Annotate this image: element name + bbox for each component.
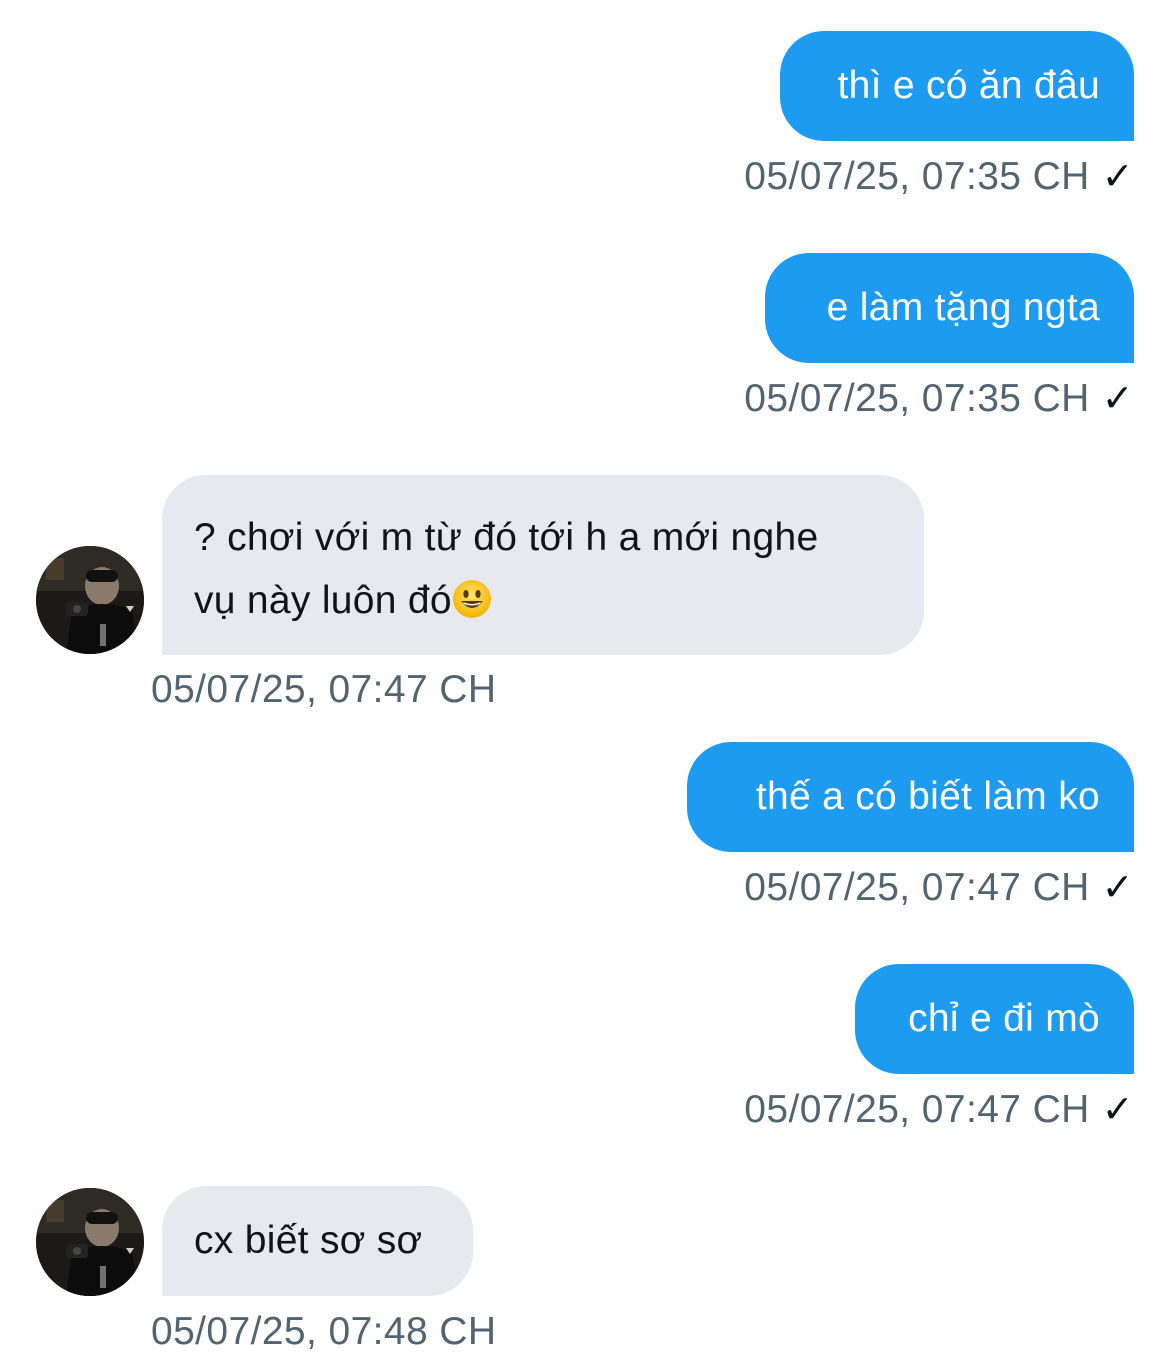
- message-timestamp: 05/07/25, 07:35 CH ✓: [744, 155, 1134, 199]
- contact-avatar[interactable]: [36, 1188, 144, 1296]
- message-text-line: vụ này luôn đó: [194, 571, 892, 631]
- message-text: cx biết sơ sơ: [194, 1219, 423, 1262]
- sent-check-icon: ✓: [1101, 378, 1134, 420]
- sent-message-bubble[interactable]: thế a có biết làm ko: [687, 742, 1134, 852]
- message-timestamp: 05/07/25, 07:35 CH ✓: [744, 377, 1134, 421]
- message-text: vụ này luôn đó: [194, 579, 452, 622]
- received-message-bubble[interactable]: ? chơi với m từ đó tới h a mới nghe vụ n…: [162, 475, 924, 655]
- message-timestamp: 05/07/25, 07:48 CH: [151, 1310, 497, 1353]
- message-text: chỉ e đi mò: [908, 997, 1100, 1040]
- timestamp-text: 05/07/25, 07:35 CH: [744, 377, 1090, 420]
- sent-message-bubble[interactable]: thì e có ăn đâu: [780, 31, 1134, 141]
- message-timestamp: 05/07/25, 07:47 CH ✓: [744, 866, 1134, 910]
- message-timestamp: 05/07/25, 07:47 CH: [151, 668, 497, 711]
- avatar-photo-icon: [36, 546, 144, 654]
- message-text-line: ? chơi với m từ đó tới h a mới nghe: [194, 516, 819, 559]
- sent-message-bubble[interactable]: chỉ e đi mò: [855, 964, 1134, 1074]
- message-text: e làm tặng ngta: [826, 286, 1100, 329]
- sent-check-icon: ✓: [1101, 1089, 1134, 1131]
- smiley-emoji-icon: [452, 580, 491, 618]
- timestamp-text: 05/07/25, 07:47 CH: [744, 1088, 1090, 1131]
- received-message-bubble[interactable]: cx biết sơ sơ: [162, 1186, 473, 1296]
- timestamp-text: 05/07/25, 07:35 CH: [744, 155, 1090, 198]
- message-text: thì e có ăn đâu: [837, 64, 1100, 107]
- sent-check-icon: ✓: [1101, 156, 1134, 198]
- message-timestamp: 05/07/25, 07:47 CH ✓: [744, 1088, 1134, 1132]
- contact-avatar[interactable]: [36, 546, 144, 654]
- timestamp-text: 05/07/25, 07:47 CH: [744, 866, 1090, 909]
- sent-message-bubble[interactable]: e làm tặng ngta: [765, 253, 1134, 363]
- message-text: thế a có biết làm ko: [755, 775, 1100, 818]
- avatar-photo-icon: [36, 1188, 144, 1296]
- sent-check-icon: ✓: [1101, 867, 1134, 909]
